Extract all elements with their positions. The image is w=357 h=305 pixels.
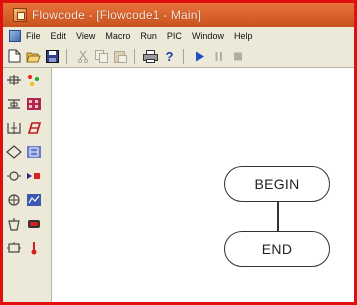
switch-icon[interactable] [26, 168, 42, 184]
begin-terminal[interactable]: BEGIN [224, 166, 330, 202]
keypad-icon[interactable] [26, 96, 42, 112]
new-file-icon[interactable] [7, 49, 22, 64]
menu-help[interactable]: Help [231, 31, 260, 41]
pause-icon[interactable] [211, 49, 226, 64]
toolbar-separator [134, 48, 135, 64]
menu-bar: File Edit View Macro Run PIC Window Help [3, 27, 354, 45]
application-window: Flowcode - [Flowcode1 - Main] File Edit … [0, 0, 357, 305]
main-toolbar: ? [3, 45, 354, 68]
menu-edit[interactable]: Edit [48, 31, 74, 41]
menu-run[interactable]: Run [137, 31, 164, 41]
begin-label: BEGIN [254, 176, 300, 192]
seven-segment-icon[interactable] [26, 144, 42, 160]
cut-icon[interactable] [75, 49, 90, 64]
window-title: Flowcode - [Flowcode1 - Main] [32, 8, 202, 22]
stop-icon[interactable] [230, 49, 245, 64]
help-icon[interactable]: ? [162, 49, 177, 64]
led-icon[interactable] [26, 72, 42, 88]
toolbar-separator [183, 48, 184, 64]
save-icon[interactable] [45, 49, 60, 64]
document-icon[interactable] [9, 30, 21, 42]
end-label: END [261, 241, 293, 257]
icon-palette [3, 68, 52, 302]
adc-icon[interactable] [26, 192, 42, 208]
menu-pic[interactable]: PIC [164, 31, 189, 41]
app-icon[interactable] [13, 8, 27, 22]
output-icon[interactable] [6, 96, 22, 112]
flowchart-icons-column [6, 72, 26, 264]
buzzer-icon[interactable] [26, 216, 42, 232]
input-icon[interactable] [6, 72, 22, 88]
end-terminal[interactable]: END [224, 231, 330, 267]
title-bar[interactable]: Flowcode - [Flowcode1 - Main] [3, 3, 354, 27]
loop-icon[interactable] [6, 192, 22, 208]
menu-window[interactable]: Window [189, 31, 231, 41]
component-macro-icon[interactable] [6, 240, 22, 256]
menu-view[interactable]: View [73, 31, 102, 41]
copy-icon[interactable] [94, 49, 109, 64]
thermometer-icon[interactable] [26, 240, 42, 256]
macro-icon[interactable] [6, 216, 22, 232]
flow-connector-line [277, 202, 279, 231]
lcd-icon[interactable] [26, 120, 42, 136]
menu-macro[interactable]: Macro [102, 31, 137, 41]
print-icon[interactable] [143, 49, 158, 64]
delay-icon[interactable] [6, 120, 22, 136]
toolbar-separator [66, 48, 67, 64]
connection-point-icon[interactable] [6, 168, 22, 184]
component-icons-column [26, 72, 46, 264]
decision-icon[interactable] [6, 144, 22, 160]
menu-file[interactable]: File [23, 31, 48, 41]
open-folder-icon[interactable] [26, 49, 41, 64]
paste-icon[interactable] [113, 49, 128, 64]
flowchart-canvas[interactable]: BEGIN END [52, 68, 354, 302]
run-icon[interactable] [192, 49, 207, 64]
